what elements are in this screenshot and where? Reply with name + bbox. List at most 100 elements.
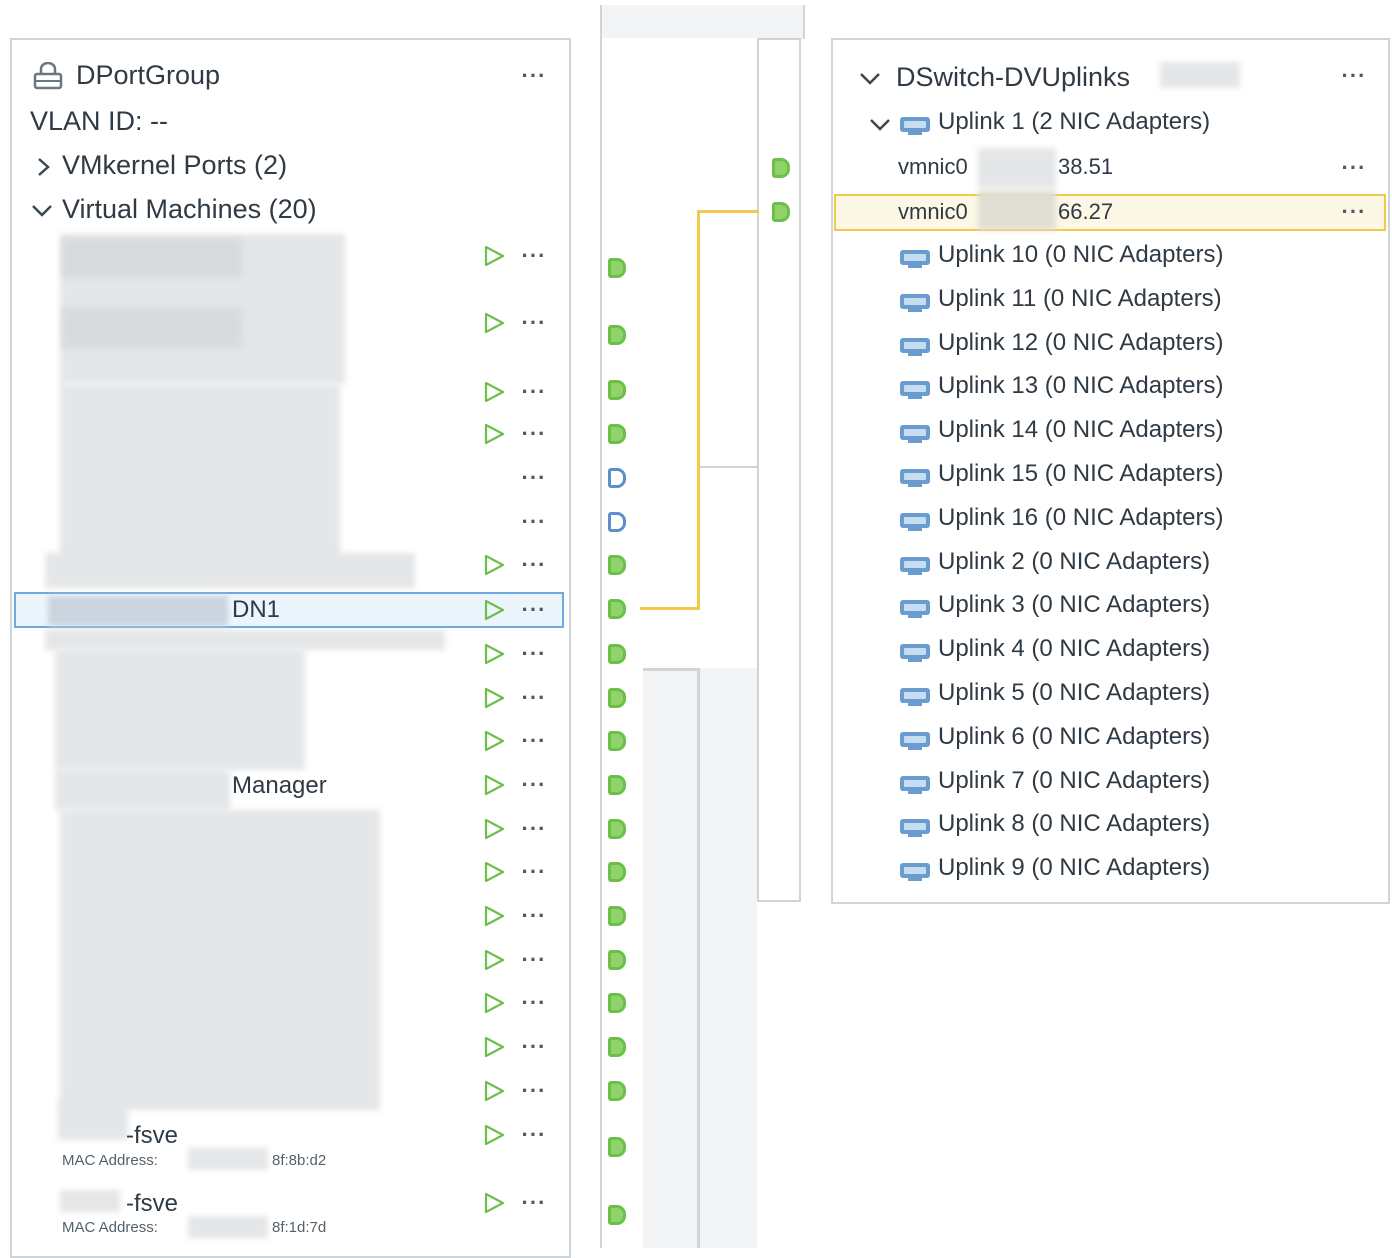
vm-more-button[interactable]: ··· — [514, 687, 554, 709]
power-on-icon[interactable] — [482, 642, 506, 666]
vm-more-button[interactable]: ··· — [514, 905, 554, 927]
virtual-machines-toggle[interactable]: Virtual Machines (20) — [62, 194, 317, 225]
uplink-item-label[interactable]: Uplink 13 (0 NIC Adapters) — [938, 372, 1223, 400]
vm-port-icon[interactable] — [608, 512, 626, 532]
power-on-icon[interactable] — [482, 553, 506, 577]
power-on-icon[interactable] — [482, 422, 506, 446]
nic-more-button[interactable]: ··· — [1334, 157, 1374, 179]
power-on-icon[interactable] — [482, 991, 506, 1015]
vm-port-icon[interactable] — [608, 731, 626, 751]
power-on-icon[interactable] — [482, 860, 506, 884]
vm-port-icon[interactable] — [608, 555, 626, 575]
vm-more-button[interactable]: ··· — [514, 245, 554, 267]
power-on-icon[interactable] — [482, 904, 506, 928]
vm-port-icon[interactable] — [608, 1037, 626, 1057]
vm-more-button[interactable]: ··· — [514, 1080, 554, 1102]
uplink-item-label[interactable]: Uplink 14 (0 NIC Adapters) — [938, 416, 1223, 444]
uplink-item-label[interactable]: Uplink 2 (0 NIC Adapters) — [938, 548, 1210, 576]
uplink-item-label[interactable]: Uplink 12 (0 NIC Adapters) — [938, 329, 1223, 357]
vm-port-icon[interactable] — [608, 906, 626, 926]
chevron-down-icon[interactable] — [858, 70, 882, 88]
power-on-icon[interactable] — [482, 1035, 506, 1059]
vm-more-button[interactable]: ··· — [514, 1036, 554, 1058]
uplink-icon — [900, 117, 930, 135]
power-on-icon[interactable] — [482, 686, 506, 710]
vm-port-icon[interactable] — [608, 862, 626, 882]
chevron-right-icon[interactable] — [34, 156, 54, 178]
power-on-icon[interactable] — [482, 729, 506, 753]
connector-left-column — [600, 38, 646, 1248]
uplink-icon — [900, 512, 930, 531]
vm-port-icon[interactable] — [608, 325, 626, 345]
vm-port-icon[interactable] — [608, 424, 626, 444]
vm-port-icon[interactable] — [608, 258, 626, 278]
vm-more-button[interactable]: ··· — [514, 599, 554, 621]
uplink-port-icon[interactable] — [772, 202, 790, 222]
nic-more-button[interactable]: ··· — [1334, 201, 1374, 223]
uplink-port-icon[interactable] — [772, 158, 790, 178]
power-on-icon[interactable] — [482, 1123, 506, 1147]
power-on-icon[interactable] — [482, 1191, 506, 1215]
vm-port-icon[interactable] — [608, 950, 626, 970]
vmkernel-ports-toggle[interactable]: VMkernel Ports (2) — [62, 150, 287, 181]
uplink-icon — [900, 688, 930, 706]
vm-more-button[interactable]: ··· — [514, 554, 554, 576]
vm-more-button[interactable]: ··· — [514, 643, 554, 665]
vm-port-icon[interactable] — [608, 775, 626, 795]
power-on-icon[interactable] — [482, 311, 506, 335]
vm-more-button[interactable]: ··· — [514, 730, 554, 752]
power-on-icon[interactable] — [482, 817, 506, 841]
vm-more-button[interactable]: ··· — [514, 467, 554, 489]
chevron-down-icon[interactable] — [868, 116, 892, 134]
vm-more-button[interactable]: ··· — [514, 381, 554, 403]
vm-more-button[interactable]: ··· — [514, 1192, 554, 1214]
vm-port-icon[interactable] — [608, 1137, 626, 1157]
vmnic-label[interactable]: vmnic0 — [898, 154, 968, 180]
fsve-mac-value: 8f:1d:7d — [272, 1219, 327, 1236]
vm-more-button[interactable]: ··· — [514, 423, 554, 445]
vm-more-button[interactable]: ··· — [514, 312, 554, 334]
vm-more-button[interactable]: ··· — [514, 774, 554, 796]
vm-port-icon[interactable] — [608, 644, 626, 664]
vm-port-icon[interactable] — [608, 993, 626, 1013]
vm-port-icon[interactable] — [608, 599, 626, 619]
vm-port-icon[interactable] — [608, 468, 626, 488]
uplinks-more-button[interactable]: ··· — [1334, 65, 1374, 87]
vm-more-button[interactable]: ··· — [514, 511, 554, 533]
uplink-icon — [900, 731, 930, 750]
uplink-1-label[interactable]: Uplink 1 (2 NIC Adapters) — [938, 108, 1210, 136]
power-on-icon[interactable] — [482, 380, 506, 404]
vm-port-icon[interactable] — [608, 1205, 626, 1225]
power-on-icon[interactable] — [482, 244, 506, 268]
nic-redacted — [978, 148, 1056, 188]
vm-more-button[interactable]: ··· — [514, 818, 554, 840]
uplink-item-label[interactable]: Uplink 8 (0 NIC Adapters) — [938, 810, 1210, 838]
vm-more-button[interactable]: ··· — [514, 992, 554, 1014]
connector-top-strip — [600, 5, 805, 39]
power-on-icon[interactable] — [482, 598, 506, 622]
vm-port-icon[interactable] — [608, 688, 626, 708]
uplink-item-label[interactable]: Uplink 7 (0 NIC Adapters) — [938, 767, 1210, 795]
uplink-item-label[interactable]: Uplink 9 (0 NIC Adapters) — [938, 854, 1210, 882]
highlighted-connection-line — [697, 210, 759, 213]
chevron-down-icon[interactable] — [30, 202, 54, 220]
uplink-item-label[interactable]: Uplink 4 (0 NIC Adapters) — [938, 635, 1210, 663]
portgroup-more-button[interactable]: ··· — [514, 65, 554, 87]
vm-more-button[interactable]: ··· — [514, 861, 554, 883]
uplink-item-label[interactable]: Uplink 16 (0 NIC Adapters) — [938, 504, 1223, 532]
power-on-icon[interactable] — [482, 948, 506, 972]
vm-more-button[interactable]: ··· — [514, 1124, 554, 1146]
vm-port-icon[interactable] — [608, 1081, 626, 1101]
uplink-item-label[interactable]: Uplink 11 (0 NIC Adapters) — [938, 285, 1222, 313]
vm-more-button[interactable]: ··· — [514, 949, 554, 971]
vm-port-icon[interactable] — [608, 819, 626, 839]
uplink-item-label[interactable]: Uplink 15 (0 NIC Adapters) — [938, 460, 1223, 488]
uplink-item-label[interactable]: Uplink 6 (0 NIC Adapters) — [938, 723, 1210, 751]
power-on-icon[interactable] — [482, 773, 506, 797]
uplink-item-label[interactable]: Uplink 10 (0 NIC Adapters) — [938, 241, 1223, 269]
uplink-item-label[interactable]: Uplink 3 (0 NIC Adapters) — [938, 591, 1210, 619]
vm-port-icon[interactable] — [608, 380, 626, 400]
vmnic-label[interactable]: vmnic0 — [898, 199, 968, 225]
uplink-item-label[interactable]: Uplink 5 (0 NIC Adapters) — [938, 679, 1210, 707]
power-on-icon[interactable] — [482, 1079, 506, 1103]
